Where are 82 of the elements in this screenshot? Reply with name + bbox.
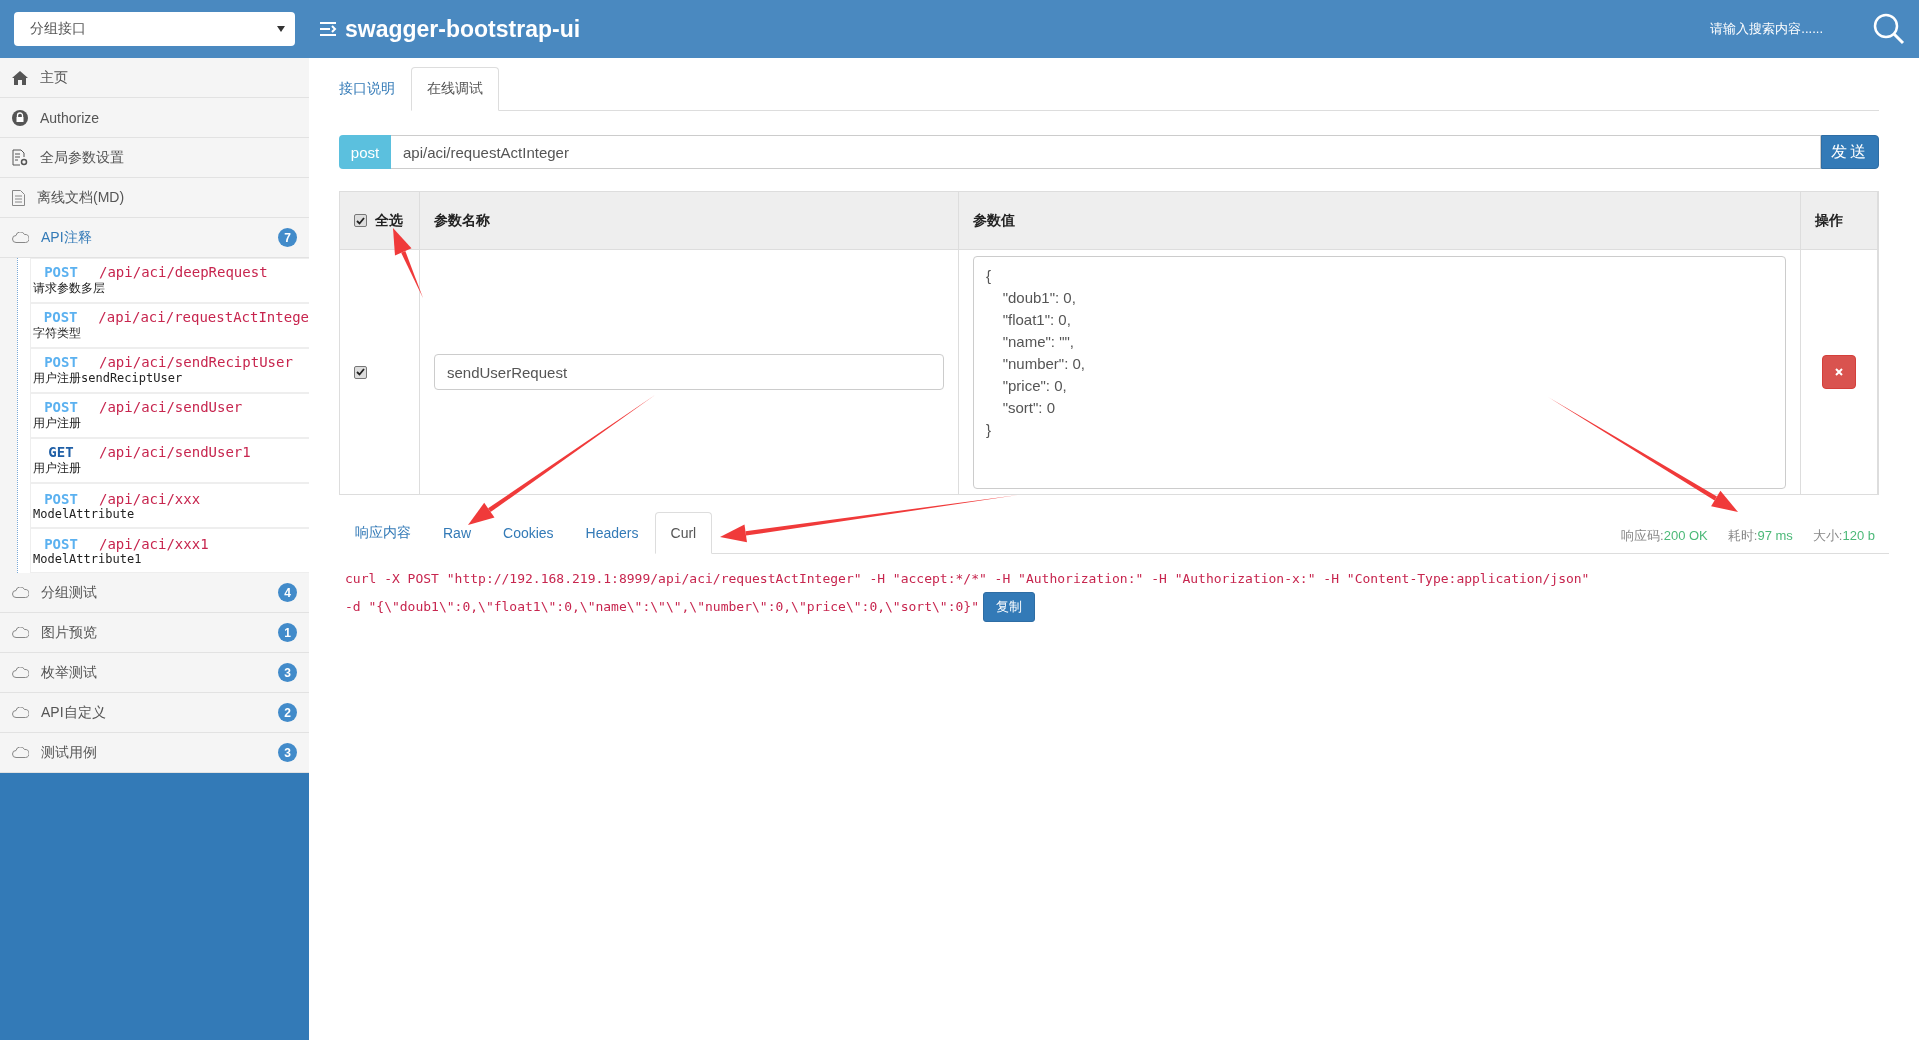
sidebar-item[interactable]: 分组测试 4	[0, 573, 309, 613]
checkmark-icon	[356, 216, 365, 225]
http-method: POST	[43, 490, 79, 507]
api-path: /api/aci/deepRequest	[99, 264, 268, 280]
api-item[interactable]: POST /api/aci/sendUser 用户注册	[30, 393, 309, 438]
checkmark-icon	[356, 368, 365, 376]
sidebar-item[interactable]: 离线文档(MD)	[0, 178, 309, 218]
home-icon	[12, 70, 28, 85]
checkbox[interactable]	[354, 214, 367, 227]
menu-icon[interactable]	[319, 21, 337, 37]
param-name-field[interactable]: sendUserRequest	[434, 354, 944, 390]
count-badge: 1	[278, 623, 297, 642]
http-method: POST	[43, 264, 79, 280]
api-path: /api/aci/sendUser	[99, 399, 243, 415]
delete-button[interactable]	[1822, 355, 1856, 389]
http-method: POST	[43, 535, 79, 552]
tab[interactable]: 在线调试	[411, 67, 499, 111]
count-badge: 2	[278, 703, 297, 722]
cloud-icon	[12, 587, 29, 598]
http-method: GET	[47, 444, 75, 460]
sidebar-item[interactable]: 枚举测试 3	[0, 653, 309, 693]
response-stat: 耗时:97 ms	[1727, 527, 1793, 545]
cloud-icon	[12, 232, 29, 243]
settings-document-icon	[12, 149, 28, 166]
url-field[interactable]: api/aci/requestActInteger	[391, 135, 1821, 169]
column-header: 操作	[1801, 192, 1878, 250]
api-path: /api/aci/sendUser1	[99, 444, 251, 460]
count-badge: 3	[278, 663, 297, 682]
group-select[interactable]: 分组接口	[14, 12, 295, 46]
response-stat: 响应码:200 OK	[1621, 527, 1708, 545]
copy-button[interactable]: 复制	[982, 592, 1035, 622]
caret-icon	[277, 26, 285, 32]
cloud-icon	[12, 747, 29, 758]
api-path: /api/aci/xxx	[99, 490, 201, 507]
sidebar-item[interactable]: 全局参数设置	[0, 138, 309, 178]
cloud-icon	[12, 627, 29, 638]
count-badge: 4	[278, 583, 297, 602]
sidebar-item[interactable]: 主页	[0, 58, 309, 98]
response-stat: 大小:120 b	[1812, 527, 1875, 545]
api-summary: 用户注册	[33, 415, 81, 432]
api-path: /api/aci/xxx1	[99, 535, 209, 552]
api-item[interactable]: POST /api/aci/deepRequest 请求参数多层	[30, 258, 309, 303]
http-method: POST	[42, 309, 79, 325]
column-header: 参数名称	[420, 192, 959, 250]
cloud-icon	[12, 707, 29, 718]
column-header: 参数值	[959, 192, 1801, 250]
http-method: POST	[43, 354, 79, 370]
close-icon	[1835, 368, 1843, 376]
sidebar-item[interactable]: Authorize	[0, 98, 309, 138]
api-item[interactable]: POST /api/aci/sendReciptUser 用户注册sendReciptUser	[30, 348, 309, 393]
search-field[interactable]: 请输入搜索内容......	[1710, 20, 1823, 38]
api-path: /api/aci/requestActIntege	[98, 309, 309, 325]
curl-command: curl -X POST "http://192.168.219.1:8999/api/aci/requestActInteger" -H "accept:*/*" -H "Authorization:" -H "Authorization-x:" -H "Content-Type:application/json" -d "{\"doub1\":0,\"float1\":0,\"name\":\"\",\"number\":0,\"price\":0,\"sort\":0}" 复制	[345, 566, 1605, 622]
api-summary: 用户注册	[33, 460, 81, 477]
param-value-field[interactable]: { "doub1": 0, "float1": 0, "name": "", "number": 0, "price": 0, "sort": 0 }	[973, 256, 1786, 489]
api-summary: 请求参数多层	[33, 280, 105, 297]
cloud-icon	[12, 667, 29, 678]
sidebar-item[interactable]: 图片预览 1	[0, 613, 309, 653]
document-icon	[12, 189, 25, 206]
column-header: 全选	[375, 211, 403, 230]
sidebar-item[interactable]: API自定义 2	[0, 693, 309, 733]
method-label: post	[339, 135, 391, 169]
api-summary: 用户注册sendReciptUser	[33, 370, 183, 387]
api-item[interactable]: POST /api/aci/requestActIntege 字符类型	[30, 303, 309, 348]
lock-icon	[12, 109, 28, 126]
send-button[interactable]: 发送	[1821, 135, 1879, 169]
sidebar-item[interactable]: 测试用例 3	[0, 733, 309, 773]
api-summary: ModelAttribute	[33, 506, 135, 521]
count-badge: 7	[278, 228, 297, 247]
api-path: /api/aci/sendReciptUser	[99, 354, 293, 370]
annotation-arrow	[393, 228, 423, 298]
api-item[interactable]: GET /api/aci/sendUser1 用户注册	[30, 438, 309, 483]
api-summary: 字符类型	[33, 325, 81, 342]
api-item[interactable]: POST /api/aci/xxx1 ModelAttribute1	[30, 528, 309, 573]
app-title: swagger-bootstrap-ui	[345, 15, 582, 43]
api-item[interactable]: POST /api/aci/xxx ModelAttribute	[30, 483, 309, 528]
count-badge: 3	[278, 743, 297, 762]
tab[interactable]: Curl	[654, 512, 713, 554]
checkbox[interactable]	[354, 365, 367, 379]
api-summary: ModelAttribute1	[33, 551, 142, 566]
search-icon[interactable]	[1873, 13, 1905, 45]
http-method: POST	[43, 399, 79, 415]
